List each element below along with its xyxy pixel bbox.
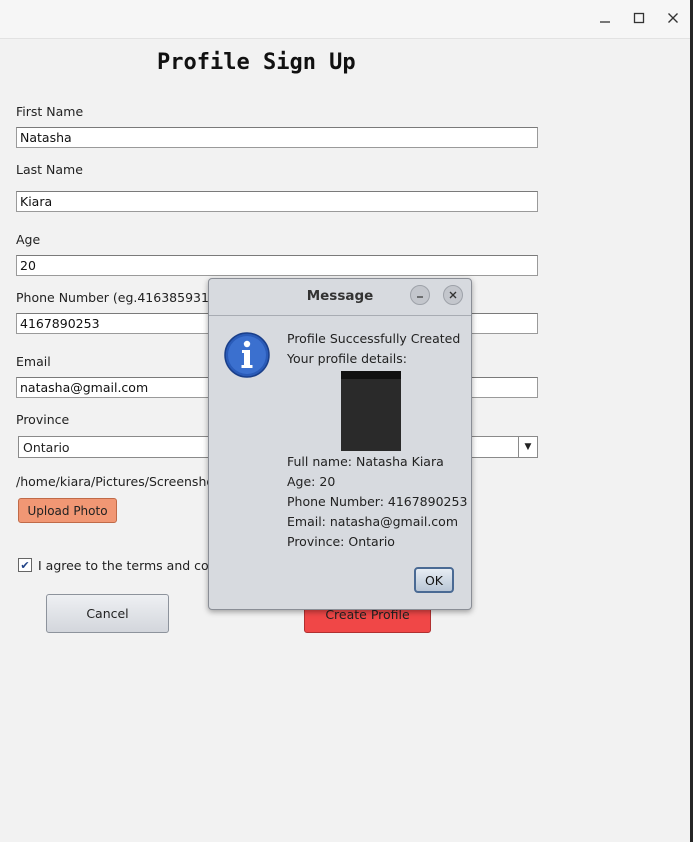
agree-checkbox[interactable]: ✔ [18, 558, 32, 572]
detail-province: Province: Ontario [287, 534, 395, 549]
chevron-down-icon[interactable]: ▼ [518, 437, 537, 457]
age-field[interactable]: 20 [16, 255, 538, 276]
first-name-field[interactable]: Natasha [16, 127, 538, 148]
close-icon[interactable] [663, 8, 683, 28]
page-title: Profile Sign Up [157, 50, 356, 75]
email-label: Email [16, 354, 51, 369]
profile-photo-thumbnail [341, 371, 401, 451]
dialog-minimize-icon[interactable] [410, 285, 430, 305]
dialog-title: Message [306, 288, 374, 304]
thumbnail-bar [341, 371, 401, 379]
dialog-titlebar: Message [209, 279, 471, 316]
minimize-icon[interactable] [595, 8, 615, 28]
dialog-line-2: Your profile details: [287, 351, 407, 366]
last-name-label: Last Name [16, 162, 83, 177]
dialog-line-1: Profile Successfully Created [287, 331, 461, 346]
age-label: Age [16, 232, 41, 247]
cancel-button[interactable]: Cancel [46, 594, 169, 633]
last-name-field[interactable]: Kiara [16, 191, 538, 212]
first-name-label: First Name [16, 104, 84, 119]
province-label: Province [16, 412, 70, 427]
detail-full-name: Full name: Natasha Kiara [287, 454, 444, 469]
message-dialog: Message Profile Successfully Created You… [208, 278, 472, 610]
detail-email: Email: natasha@gmail.com [287, 514, 458, 529]
info-icon [224, 332, 270, 378]
province-value: Ontario [23, 440, 70, 455]
photo-path: /home/kiara/Pictures/Screenshots/ [16, 474, 230, 489]
agree-label: I agree to the terms and condit [38, 558, 233, 573]
dialog-close-icon[interactable] [443, 285, 463, 305]
maximize-icon[interactable] [629, 8, 649, 28]
ok-button[interactable]: OK [414, 567, 454, 593]
detail-age: Age: 20 [287, 474, 336, 489]
window-titlebar [0, 0, 690, 39]
phone-label: Phone Number (eg.4163859310) [16, 290, 222, 305]
upload-photo-button[interactable]: Upload Photo [18, 498, 117, 523]
detail-phone: Phone Number: 4167890253 [287, 494, 468, 509]
